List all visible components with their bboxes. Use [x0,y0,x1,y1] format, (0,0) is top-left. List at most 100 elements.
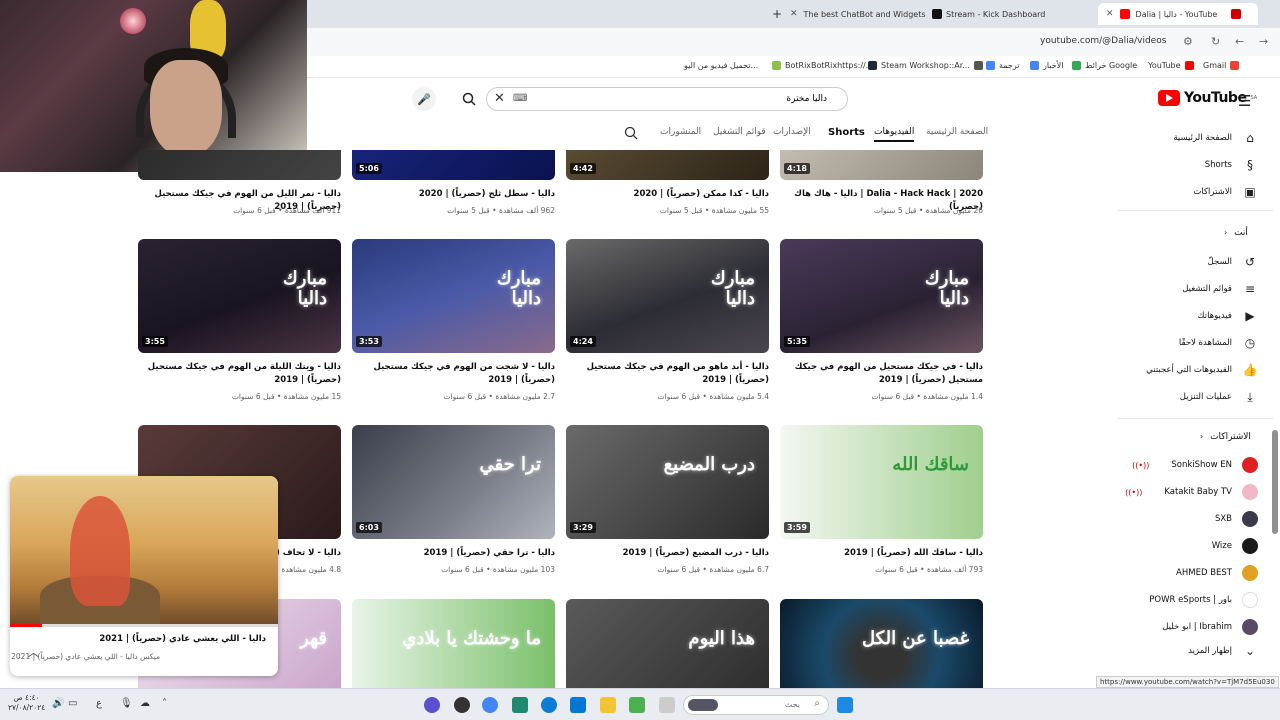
microphone-tray-icon[interactable]: 🎙 [120,698,133,709]
close-tab-icon[interactable]: ✕ [790,9,798,19]
page-scrollbar[interactable] [1272,430,1278,534]
video-thumbnail[interactable]: ترا حقي 6:03 [352,425,555,539]
bookmark-downloader[interactable]: تحميل فيديو من اليو... [684,61,758,70]
sidebar-item-playlists-icon[interactable]: قوائم التشغيل ≡ [1118,278,1258,300]
volume-icon[interactable]: 🔊 [52,698,64,709]
onedrive-icon[interactable]: ☁ [140,698,150,709]
clear-search-icon[interactable]: ✕ [494,91,505,106]
avatar [1242,619,1258,635]
media-indicator-icon [1231,9,1242,19]
tab-chatbot[interactable]: ✕ The best ChatBot and Widgets [782,3,950,25]
bookmark-youtube[interactable]: YouTube [1148,61,1194,70]
obs-icon[interactable] [454,697,470,713]
keyboard-icon[interactable]: ⌨ [513,93,527,104]
sidebar-subscription[interactable]: AHMED BEST [1118,562,1258,584]
back-icon[interactable]: → [1259,35,1268,48]
bookmark-gmail[interactable]: Gmail [1203,61,1240,70]
search-input[interactable] [517,91,827,107]
video-thumbnail[interactable]: مبارك داليا 3:53 [352,239,555,353]
video-title[interactable]: داليا - ساقك الله (حصرياً) | 2019 [780,547,983,560]
tab-videos[interactable]: الفيديوهات [874,127,915,142]
tab-youtube[interactable]: ✕ Dalia | داليا - YouTube [1098,3,1258,25]
streamer-face [150,60,222,156]
tray-chevron-icon[interactable]: ˄ [162,698,167,709]
video-thumbnail[interactable]: 4:18 [780,150,983,180]
video-title[interactable]: داليا - سطل ثلج (حصرياً) | 2020 [352,188,555,201]
forward-icon[interactable]: ← [1235,35,1244,48]
video-thumbnail[interactable]: ساقك الله 3:59 [780,425,983,539]
sidebar-subscription[interactable]: SXB [1118,508,1258,530]
sidebar-subscription[interactable]: ((•)) Katakit Baby TV [1118,481,1258,503]
bookmark-translate[interactable]: ترجمة [986,61,1020,70]
sidebar-subscription[interactable]: POWR eSports | باور [1118,589,1258,611]
network-icon[interactable]: ▭ [68,698,77,709]
video-thumbnail[interactable]: مبارك داليا 3:55 [138,239,341,353]
sidebar-subscription[interactable]: ابو خليل | Ibrahim [1118,616,1258,638]
bookmark-botrix[interactable]: BotRixBotRixhttps://... [772,61,873,70]
close-tab-icon[interactable]: ✕ [1106,9,1114,19]
bookmark-steam[interactable]: Steam Workshop::Ar... [868,61,983,70]
start-icon[interactable] [837,697,853,713]
video-title[interactable]: داليا - ترا حقي (حصرياً) | 2019 [352,547,555,560]
video-title[interactable]: داليا - أبد ماهو من الهوم في جيكك مستحيل… [566,361,769,387]
mini-player[interactable]: داليا - اللي يعشي عادي (حصرياً) | 2021 م… [10,476,278,676]
grid-app-icon[interactable] [629,697,645,713]
voice-search-button[interactable]: 🎤 [412,87,436,111]
sidebar-item-label: قوائم التشغيل [1182,284,1232,294]
tab-label: The best ChatBot and Widgets [803,9,926,19]
chrome-icon[interactable] [482,697,498,713]
thumbnail-title-art: درب المضيع [663,454,755,475]
sidebar-item-liked-icon[interactable]: الفيديوهات التي أعجبتني 👍 [1118,359,1258,381]
video-title[interactable]: داليا - درب المضيع (حصرياً) | 2019 [566,547,769,560]
sidebar-item-downloads-icon[interactable]: عمليات التنزيل ⤓ [1118,386,1258,408]
show-more-button[interactable]: إظهار المزيد ⌄ [1118,640,1258,662]
video-title[interactable]: داليا - كدا ممكن (حصرياً) | 2020 [566,188,769,201]
sidebar-divider [1118,418,1273,419]
discord-icon[interactable] [424,697,440,713]
tab-posts[interactable]: المنشورات [660,127,701,137]
clock[interactable]: ٤:٤٠ ص ٢٧/٠٨/٢٠٢٤ [8,693,45,713]
sidebar-item-subscriptions-icon[interactable]: الاشتراكات ▣ [1118,181,1258,203]
tab-home[interactable]: الصفحة الرئيسية [926,127,988,137]
bookmark-news[interactable]: الأخبار [1030,61,1063,70]
tab-shorts[interactable]: Shorts [828,127,865,138]
edge-icon[interactable] [541,697,557,713]
task-view-icon[interactable] [659,697,675,713]
menu-icon[interactable]: ☰ [1238,92,1251,110]
sidebar-item-home-icon[interactable]: الصفحة الرئيسية ⌂ [1118,127,1258,149]
mini-player-progress[interactable] [10,624,278,627]
search-button[interactable] [455,87,483,111]
site-settings-icon[interactable]: ⚙ [1183,35,1193,48]
video-thumbnail[interactable]: مبارك داليا 5:35 [780,239,983,353]
video-thumbnail[interactable]: درب المضيع 3:29 [566,425,769,539]
video-title[interactable]: داليا - في جيكك مستحيل من الهوم في جيكك … [780,361,983,387]
tab-releases[interactable]: الإصدارات [773,127,811,137]
mini-player-video[interactable] [10,476,278,626]
store-icon[interactable] [570,697,586,713]
video-title[interactable]: داليا - لا شجت من الهوم في جيكك مستحيل (… [352,361,555,387]
video-thumbnail[interactable]: 4:42 [566,150,769,180]
taskbar-search[interactable]: بحث ⌕ [683,695,829,715]
history-icon: ↺ [1244,255,1256,269]
sidebar-item-history-icon[interactable]: السجلّ ↺ [1118,251,1258,273]
sidebar-item-your-videos-icon[interactable]: فيديوهاتك ▶ [1118,305,1258,327]
file-explorer-icon[interactable] [600,697,616,713]
video-thumbnail[interactable]: 5:06 [352,150,555,180]
bookmark-maps[interactable]: خرائط Google [1072,61,1137,70]
sidebar-item-watch-later-icon[interactable]: المشاهدة لاحقًا ◷ [1118,332,1258,354]
video-title[interactable]: داليا - ويتك الليلة من الهوم في جيكك مست… [138,361,341,387]
channel-search-icon[interactable] [624,126,638,140]
video-thumbnail[interactable]: مبارك داليا 4:24 [566,239,769,353]
expand-icon[interactable]: ︿ [28,644,39,660]
sidebar-subscription[interactable]: ((•)) SonkiShow EN [1118,454,1258,476]
url-field[interactable]: youtube.com/@Dalia/videos [1040,36,1166,46]
language-indicator[interactable]: ع [96,698,102,709]
tab-playlists[interactable]: قوائم التشغيل [713,127,766,137]
app-icon[interactable] [512,697,528,713]
reload-icon[interactable]: ↻ [1211,35,1220,48]
sidebar-item-shorts-icon[interactable]: Shorts § [1118,154,1258,176]
tab-label: Dalia | داليا - YouTube [1135,9,1218,19]
you-heading[interactable]: أنت ‹ [1224,228,1248,238]
sidebar-subscription[interactable]: Wize [1118,535,1258,557]
subscriptions-heading[interactable]: الاشتراكات ‹ [1200,432,1251,442]
